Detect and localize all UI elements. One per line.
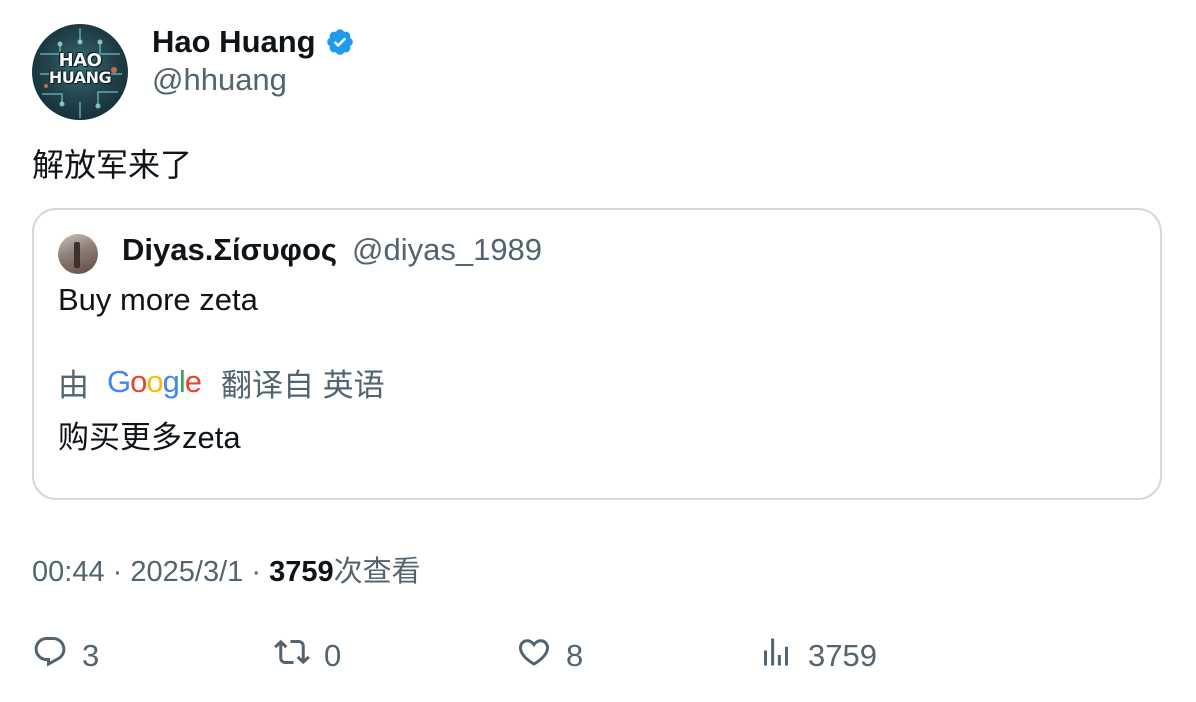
views-button[interactable]: 3759 xyxy=(758,632,877,680)
action-bar: 3 0 8 3759 xyxy=(0,632,1196,680)
retweet-count: 0 xyxy=(324,638,342,673)
author-display-name[interactable]: Hao Huang xyxy=(152,24,316,60)
views-count: 3759 xyxy=(269,556,334,588)
quoted-author-display-name: Diyas.Σίσυφος xyxy=(122,232,338,267)
heart-icon xyxy=(516,634,552,678)
tweet-date[interactable]: 2025/3/1 xyxy=(130,556,243,588)
quoted-author-avatar[interactable] xyxy=(58,234,98,274)
quoted-author-handle: @diyas_1989 xyxy=(352,232,543,267)
quoted-tweet-card[interactable]: Diyas.Σίσυφος @diyas_1989 Buy more zeta … xyxy=(32,208,1162,500)
author-name-row: Hao Huang xyxy=(152,22,355,62)
avatar-label-line2: HUANG xyxy=(48,68,112,87)
like-button[interactable]: 8 xyxy=(516,632,583,680)
retweet-icon xyxy=(274,634,310,678)
views-label: 次查看 xyxy=(333,556,421,588)
retweet-button[interactable]: 0 xyxy=(274,632,341,680)
reply-count: 3 xyxy=(82,638,100,673)
translated-tweet-text: 购买更多zeta xyxy=(58,420,241,455)
verified-badge-icon[interactable] xyxy=(325,27,355,57)
tweet-meta: 00:44 · 2025/3/1 · 3759次查看 xyxy=(32,548,421,590)
translation-attribution: 由 Google 翻译自 英语 xyxy=(58,362,385,403)
tweet-text: 解放军来了 xyxy=(32,147,193,183)
analytics-icon xyxy=(758,634,794,678)
meta-separator: · xyxy=(251,556,261,588)
meta-separator: · xyxy=(112,556,123,588)
quoted-tweet-text: Buy more zeta xyxy=(58,282,258,317)
tweet-time[interactable]: 00:44 xyxy=(32,556,105,588)
reply-icon xyxy=(32,634,68,678)
translation-suffix: 翻译自 英语 xyxy=(221,367,385,403)
like-count: 8 xyxy=(566,638,584,673)
translation-prefix: 由 xyxy=(58,367,89,403)
reply-button[interactable]: 3 xyxy=(32,632,99,680)
author-handle[interactable]: @hhuang xyxy=(152,62,287,98)
author-avatar[interactable]: HAO HUANG xyxy=(32,24,128,120)
google-logo: Google xyxy=(107,364,202,399)
views-stat-count: 3759 xyxy=(808,638,877,673)
